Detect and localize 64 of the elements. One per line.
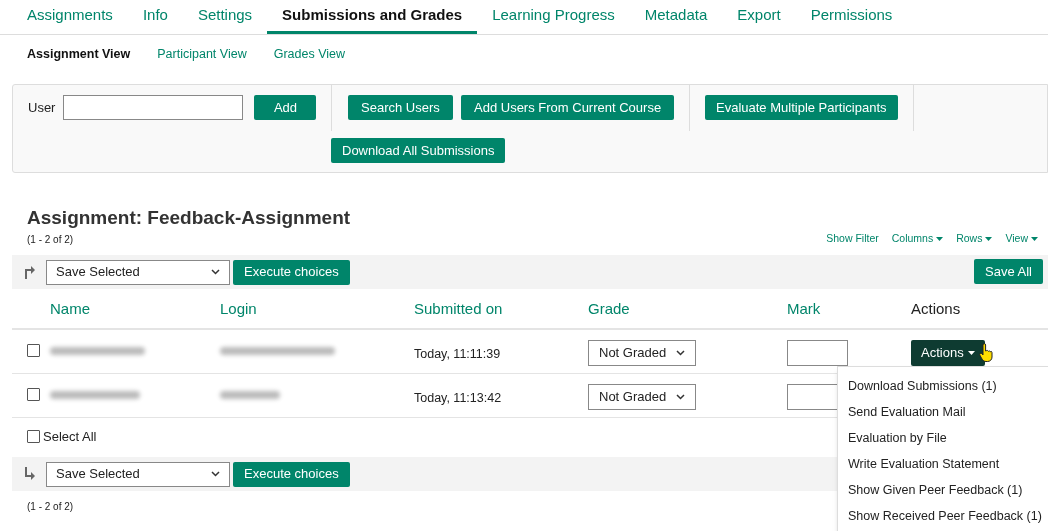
arrow-up-right-icon: [24, 265, 36, 279]
table-cell: Today, 11:11:39: [414, 347, 501, 361]
chevron-down-icon: [211, 269, 220, 275]
chevron-down-icon: [211, 471, 220, 477]
tab[interactable]: Info: [127, 0, 183, 34]
table-control-link[interactable]: Show Filter: [826, 231, 879, 247]
tab[interactable]: Settings: [182, 0, 268, 34]
subtab[interactable]: Participant View: [157, 44, 247, 64]
download-all-button[interactable]: Download All Submissions: [331, 138, 506, 163]
column-header[interactable]: Login: [220, 299, 257, 317]
result-count: (1 - 2 of 2): [27, 232, 74, 247]
subtab[interactable]: Grades View: [273, 44, 346, 64]
menu-item[interactable]: Show Given Peer Feedback (1): [838, 477, 1048, 503]
caret-icon: [936, 237, 944, 241]
arrow-down-right-icon: [24, 467, 36, 481]
tab[interactable]: Submissions and Grades: [267, 0, 478, 34]
execute-choices-button[interactable]: Execute choices: [233, 461, 350, 487]
table-control-link[interactable]: Columns: [891, 231, 944, 247]
checkbox[interactable]: [27, 430, 40, 443]
column-header: Actions: [911, 299, 961, 317]
menu-item[interactable]: Download Submissions (1): [838, 373, 1048, 399]
tab[interactable]: Permissions: [795, 0, 908, 34]
save-all-button[interactable]: Save All: [974, 259, 1043, 284]
tab[interactable]: Export: [722, 0, 796, 34]
tab[interactable]: Assignments: [12, 0, 128, 34]
tab[interactable]: Metadata: [629, 0, 723, 34]
chevron-down-icon: [676, 350, 685, 356]
caret-icon: [967, 351, 975, 355]
table-cell: Today, 11:13:42: [414, 391, 502, 405]
grade-select[interactable]: Not Graded: [588, 384, 696, 410]
caret-icon: [1031, 237, 1038, 241]
column-header[interactable]: Grade: [588, 299, 630, 317]
menu-item[interactable]: Send Evaluation Mail: [838, 399, 1048, 425]
evaluate-multiple-button[interactable]: Evaluate Multiple Participants: [705, 95, 898, 120]
subtab[interactable]: Assignment View: [27, 44, 131, 64]
select-all-label[interactable]: Select All: [43, 426, 97, 447]
result-count: (1 - 2 of 2): [27, 500, 74, 514]
hand-cursor-icon: [978, 343, 993, 363]
table-control-link[interactable]: Rows: [956, 231, 993, 247]
search-users-button[interactable]: Search Users: [348, 95, 453, 120]
mark-input-field[interactable]: [787, 340, 848, 366]
add-users-button[interactable]: Add Users From Current Course: [461, 95, 675, 120]
page-title: Assignment: Feedback-Assignment: [27, 206, 351, 230]
blurred-text: [220, 391, 280, 399]
bulk-action-select[interactable]: Save Selected: [46, 259, 230, 285]
bulk-action-select[interactable]: Save Selected: [46, 461, 230, 487]
chevron-down-icon: [676, 394, 685, 400]
user-input-field[interactable]: [63, 95, 244, 120]
menu-item[interactable]: Show Received Peer Feedback (1): [838, 503, 1048, 529]
checkbox[interactable]: [27, 388, 40, 401]
checkbox[interactable]: [27, 344, 40, 357]
execute-choices-button[interactable]: Execute choices: [233, 259, 350, 285]
table-control-link[interactable]: View: [1005, 231, 1038, 247]
column-header[interactable]: Submitted on: [414, 299, 503, 317]
caret-icon: [985, 237, 993, 241]
menu-item[interactable]: Evaluation by File: [838, 425, 1048, 451]
user-label: User: [28, 98, 56, 117]
column-header[interactable]: Mark: [787, 299, 821, 317]
actions-button[interactable]: Actions: [911, 340, 985, 366]
column-header[interactable]: Name: [50, 299, 90, 317]
tab[interactable]: Learning Progress: [477, 0, 630, 34]
add-button[interactable]: Add: [254, 95, 317, 120]
grade-select[interactable]: Not Graded: [588, 340, 696, 366]
menu-item[interactable]: Write Evaluation Statement: [838, 451, 1048, 477]
